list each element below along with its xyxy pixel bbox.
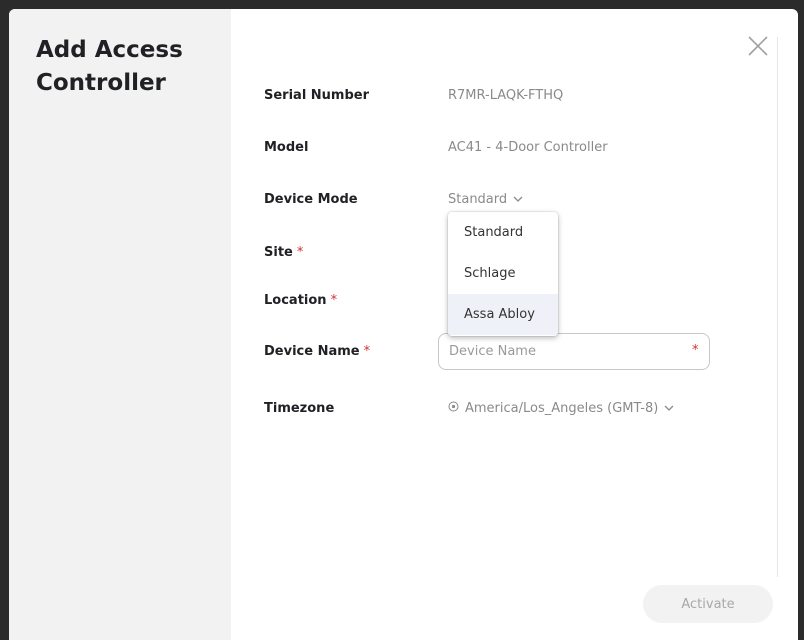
dialog-sidebar: Add Access Controller	[9, 9, 231, 640]
serial-number-label: Serial Number	[264, 88, 370, 103]
device-mode-option-schlage[interactable]: Schlage	[448, 253, 558, 294]
device-mode-dropdown: Standard Schlage Assa Abloy	[448, 212, 558, 336]
timezone-label: Timezone	[264, 401, 335, 416]
activate-button[interactable]: Activate	[643, 585, 773, 623]
required-marker: *	[330, 293, 338, 308]
device-name-label: Device Name *	[264, 344, 370, 359]
timezone-select[interactable]: America/Los_Angeles (GMT-8)	[448, 401, 674, 416]
model-label: Model	[264, 140, 309, 155]
timezone-value: America/Los_Angeles (GMT-8)	[465, 401, 659, 416]
device-name-input[interactable]	[449, 334, 679, 369]
device-mode-select[interactable]: Standard	[448, 192, 523, 207]
serial-number-value: R7MR-LAQK-FTHQ	[448, 88, 564, 103]
model-value: AC41 - 4-Door Controller	[448, 140, 608, 155]
chevron-down-icon	[664, 401, 674, 416]
device-mode-selected-value: Standard	[448, 192, 508, 207]
device-mode-option-assa-abloy[interactable]: Assa Abloy	[448, 294, 558, 335]
add-access-controller-dialog: Add Access Controller Serial Number R7MR…	[9, 9, 798, 640]
site-label-text: Site	[264, 245, 293, 260]
site-label: Site *	[264, 245, 303, 260]
required-marker: *	[692, 343, 699, 358]
device-name-field[interactable]: *	[438, 333, 710, 370]
globe-icon	[448, 401, 459, 416]
required-marker: *	[296, 245, 304, 260]
close-icon	[748, 36, 768, 56]
device-mode-label: Device Mode	[264, 192, 358, 207]
location-label: Location *	[264, 293, 337, 308]
required-marker: *	[363, 344, 371, 359]
device-mode-option-standard[interactable]: Standard	[448, 212, 558, 253]
scrollbar-track	[777, 37, 778, 577]
close-button[interactable]	[745, 33, 771, 59]
chevron-down-icon	[513, 192, 523, 207]
device-name-label-text: Device Name	[264, 344, 360, 359]
location-label-text: Location	[264, 293, 327, 308]
dialog-title: Add Access Controller	[36, 37, 183, 96]
